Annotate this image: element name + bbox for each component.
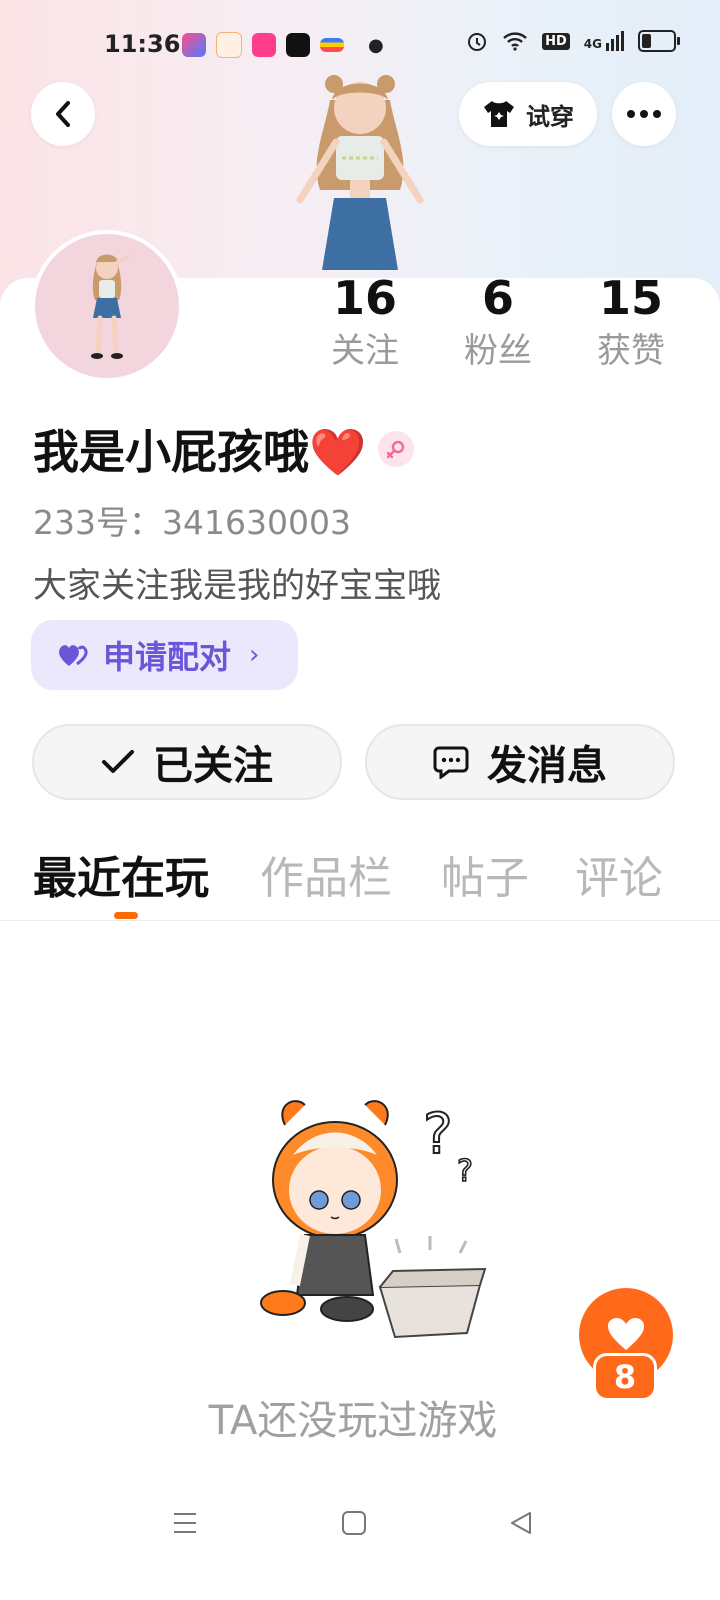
svg-text:?: ? xyxy=(457,1154,473,1189)
battery-icon xyxy=(638,30,680,52)
following-count: 16 xyxy=(332,271,397,325)
status-time: 11:36 xyxy=(104,30,181,58)
svg-text:?: ? xyxy=(423,1102,453,1167)
stat-following[interactable]: 16 关注 xyxy=(310,270,420,376)
network-type: 4G xyxy=(583,37,602,51)
heart-icon xyxy=(608,1318,644,1350)
home-icon[interactable] xyxy=(341,1510,367,1536)
tshirt-icon xyxy=(484,101,514,127)
tab-works[interactable]: 作品栏 xyxy=(260,842,392,906)
active-tab-indicator xyxy=(114,912,138,919)
followers-count: 6 xyxy=(481,271,514,325)
system-navigation-bar xyxy=(0,1500,720,1550)
more-notifications-icon: ● xyxy=(368,34,384,56)
following-button-label: 已关注 xyxy=(153,743,273,789)
followers-label: 粉丝 xyxy=(464,331,532,371)
following-button[interactable]: 已关注 xyxy=(32,724,342,800)
following-label: 关注 xyxy=(331,331,399,371)
tab-recently-played[interactable]: 最近在玩 xyxy=(33,842,209,906)
hd-icon: HD xyxy=(542,32,570,50)
user-id: 233号：341630003 xyxy=(33,503,351,542)
alarm-icon xyxy=(468,33,487,51)
tab-comments[interactable]: 评论 xyxy=(575,842,663,906)
game-notification-icon xyxy=(216,32,242,58)
chat-bubble-icon xyxy=(433,746,469,779)
more-dots-icon xyxy=(627,110,661,118)
try-on-label: 试穿 xyxy=(526,102,574,131)
try-on-button[interactable]: 试穿 xyxy=(459,82,597,146)
female-gender-icon xyxy=(378,431,415,467)
stat-likes[interactable]: 15 获赞 xyxy=(576,270,686,376)
profile-avatar[interactable] xyxy=(31,230,183,382)
profile-name: 我是小屁孩哦❤️ xyxy=(33,425,367,479)
checkmark-icon xyxy=(102,750,134,773)
notification-icons: ● xyxy=(182,32,384,58)
wifi-icon xyxy=(503,32,527,51)
app-notification-icon xyxy=(182,33,206,57)
profile-page: 11:36 ● HD 4G 试穿 16 关注 6 粉丝 15 获赞 我是小屁孩哦… xyxy=(0,0,720,1600)
send-message-label: 发消息 xyxy=(487,743,607,789)
video-app-icon xyxy=(252,33,276,57)
menu-icon[interactable] xyxy=(172,1510,198,1536)
tiktok-icon xyxy=(286,33,310,57)
apply-pairing-label: 申请配对 xyxy=(103,638,232,676)
tab-posts[interactable]: 帖子 xyxy=(441,842,529,906)
system-status-icons: HD 4G xyxy=(466,30,680,52)
back-button[interactable] xyxy=(31,82,95,146)
likes-count: 15 xyxy=(598,271,663,325)
wallet-icon xyxy=(320,38,344,52)
apply-pairing-button[interactable]: 申请配对 › xyxy=(31,620,298,690)
name-row: 我是小屁孩哦❤️ xyxy=(33,416,415,482)
more-options-button[interactable] xyxy=(612,82,676,146)
chevron-right-icon: › xyxy=(249,640,260,670)
avatar-character-figure xyxy=(296,75,424,270)
back-nav-icon[interactable] xyxy=(508,1510,534,1536)
back-arrow-icon xyxy=(56,101,70,127)
likes-label: 获赞 xyxy=(597,331,665,371)
profile-stats: 16 关注 6 粉丝 15 获赞 xyxy=(300,270,700,380)
avatar-character-icon xyxy=(91,254,131,359)
status-bar: 11:36 ● HD 4G xyxy=(0,20,720,70)
profile-tabs: 最近在玩 作品栏 帖子 评论 xyxy=(0,842,720,921)
pair-hearts-icon xyxy=(59,645,88,666)
signal-icon: 4G xyxy=(584,31,624,51)
send-message-button[interactable]: 发消息 xyxy=(365,724,675,800)
stat-followers[interactable]: 6 粉丝 xyxy=(443,270,553,376)
like-count-badge: 8 xyxy=(593,1353,657,1401)
profile-bio: 大家关注我是我的好宝宝哦 xyxy=(33,566,441,606)
empty-state-illustration: ? ? xyxy=(260,1100,487,1339)
